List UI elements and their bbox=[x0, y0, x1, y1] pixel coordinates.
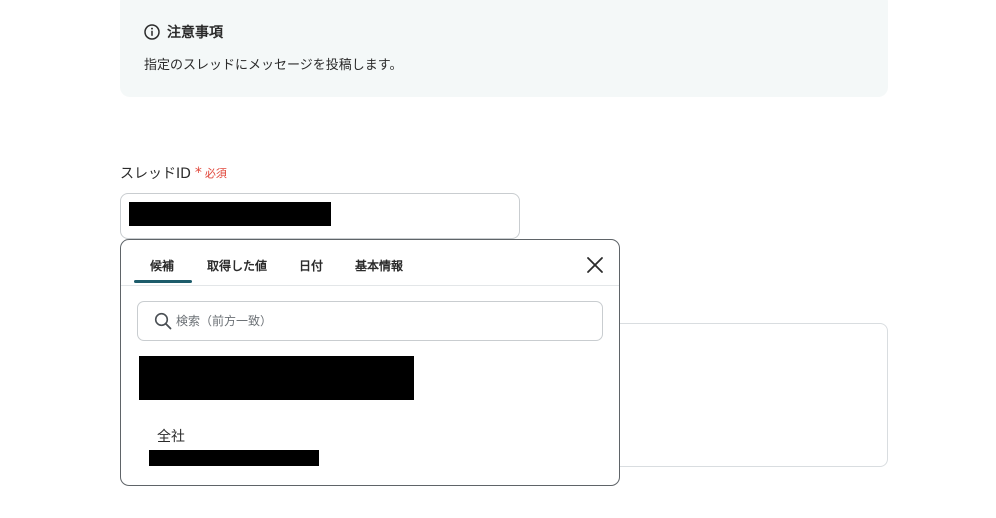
tab-basic-info[interactable]: 基本情報 bbox=[355, 257, 403, 274]
message-textarea[interactable] bbox=[600, 323, 888, 467]
thread-id-label-text: スレッドID bbox=[120, 166, 191, 182]
required-badge: 必須 bbox=[204, 167, 227, 180]
redacted-option[interactable] bbox=[139, 356, 414, 400]
notice-box: 注意事項 指定のスレッドにメッセージを投稿します。 bbox=[120, 0, 888, 97]
thread-id-input[interactable] bbox=[120, 193, 520, 239]
notice-title-text: 注意事項 bbox=[167, 25, 223, 41]
notice-title: 注意事項 bbox=[144, 22, 223, 42]
redacted-value bbox=[129, 202, 331, 226]
info-icon bbox=[144, 24, 160, 40]
thread-id-label: スレッドID * 必須 bbox=[120, 163, 227, 183]
tab-retrieved-values[interactable]: 取得した値 bbox=[207, 257, 267, 274]
notice-text: 指定のスレッドにメッセージを投稿します。 bbox=[144, 58, 403, 73]
close-icon[interactable] bbox=[585, 255, 605, 275]
search-icon bbox=[154, 312, 172, 330]
suggestion-popup: 候補 取得した値 日付 基本情報 全社 bbox=[120, 239, 620, 486]
redacted-option-sub[interactable] bbox=[149, 450, 319, 466]
search-input[interactable] bbox=[176, 310, 576, 332]
tab-date[interactable]: 日付 bbox=[299, 257, 323, 274]
option-label-all-company[interactable]: 全社 bbox=[157, 426, 185, 446]
required-asterisk: * bbox=[194, 165, 202, 181]
tab-candidates[interactable]: 候補 bbox=[150, 257, 174, 274]
popup-tabs: 候補 取得した値 日付 基本情報 bbox=[121, 240, 619, 286]
active-tab-indicator bbox=[134, 280, 192, 283]
search-field[interactable] bbox=[137, 301, 603, 341]
